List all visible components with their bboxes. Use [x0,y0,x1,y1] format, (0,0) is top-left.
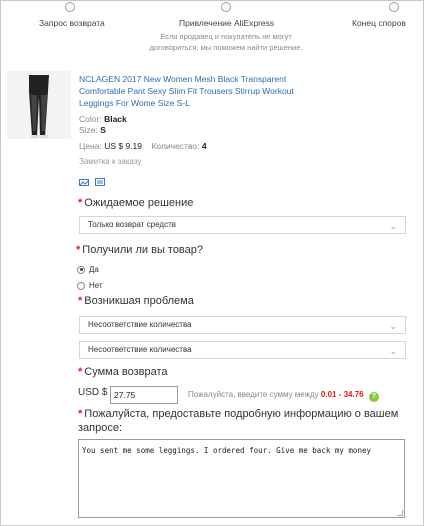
step-label-aliexpress: Привлечение AliExpress [179,18,275,28]
document-icon[interactable] [95,178,105,186]
price-value: US $ 9.19 [104,141,142,151]
expected-solution-value: Только возврат средств [88,220,176,229]
radio-no-label: Нет [89,281,103,290]
radio-no[interactable]: Нет [77,281,103,290]
product-color: Color: Black [79,114,127,124]
problem-select-2[interactable]: Несоответствие количества ⌄ [79,341,406,359]
color-label: Color: [79,114,102,124]
problem-label: * Возникшая проблема [78,295,194,307]
details-label: * Пожалуйста, предоставьте подробную инфо… [78,407,413,435]
price-label: Цена: [79,141,102,151]
required-mark: * [78,366,83,378]
photo-icon[interactable] [79,178,89,186]
step-description: Если продавец и покупатель не могут дого… [149,32,303,52]
step-dot-end [389,2,399,12]
amount-text: Сумма возврата [84,366,168,378]
order-note: Заметка к заказу [79,157,142,166]
amount-hint: Пожалуйста, введите сумму между 0.01 - 3… [188,390,379,402]
problem-value-2: Несоответствие количества [88,345,192,354]
details-value: You sent me some leggings. I ordered fou… [82,446,371,455]
refund-amount-input[interactable] [110,386,178,404]
currency-label: USD $ [78,387,108,398]
amount-range: 0.01 - 34.76 [320,390,364,399]
radio-yes-control[interactable] [77,265,85,274]
color-value: Black [104,114,127,124]
step-label-request: Запрос возврата [39,18,105,28]
product-price-qty: Цена: US $ 9.19 Количество: 4 [79,141,207,151]
step-dot-request [65,2,75,12]
details-text: Пожалуйста, предоставьте подробную инфор… [78,408,399,434]
expected-solution-label: * Ожидаемое решение [78,197,193,209]
size-label: Size: [79,125,98,135]
resize-handle[interactable] [397,510,403,516]
required-mark: * [78,197,83,209]
dispute-form-frame: Запрос возврата Привлечение AliExpress К… [0,0,424,526]
help-icon[interactable]: ? [368,392,379,402]
step-label-end: Конец споров [352,18,406,28]
expected-solution-text: Ожидаемое решение [84,197,194,209]
details-textarea[interactable]: You sent me some leggings. I ordered fou… [78,439,405,518]
required-mark: * [76,244,81,256]
product-size: Size: S [79,125,106,135]
amount-label: * Сумма возврата [78,366,168,378]
qty-label: Количество: [151,141,200,151]
problem-select-1[interactable]: Несоответствие количества ⌄ [79,316,406,334]
received-label: * Получили ли вы товар? [76,244,203,256]
chevron-down-icon: ⌄ [389,221,397,231]
step-dot-aliexpress [221,2,231,12]
expected-solution-select[interactable]: Только возврат средств ⌄ [79,216,406,234]
radio-no-control[interactable] [77,281,85,290]
product-image[interactable] [7,71,71,139]
size-value: S [100,125,106,135]
received-text: Получили ли вы товар? [82,244,204,256]
problem-value-1: Несоответствие количества [88,320,192,329]
chevron-down-icon: ⌄ [389,346,397,356]
product-title-link[interactable]: NCLAGEN 2017 New Women Mesh Black Transp… [79,73,299,109]
amount-hint-text: Пожалуйста, введите сумму между [188,390,319,399]
required-mark: * [78,408,83,420]
radio-yes-label: Да [89,265,99,274]
chevron-down-icon: ⌄ [389,321,397,331]
problem-text: Возникшая проблема [84,295,194,307]
qty-value: 4 [201,141,207,151]
required-mark: * [78,295,83,307]
radio-yes[interactable]: Да [77,265,99,274]
